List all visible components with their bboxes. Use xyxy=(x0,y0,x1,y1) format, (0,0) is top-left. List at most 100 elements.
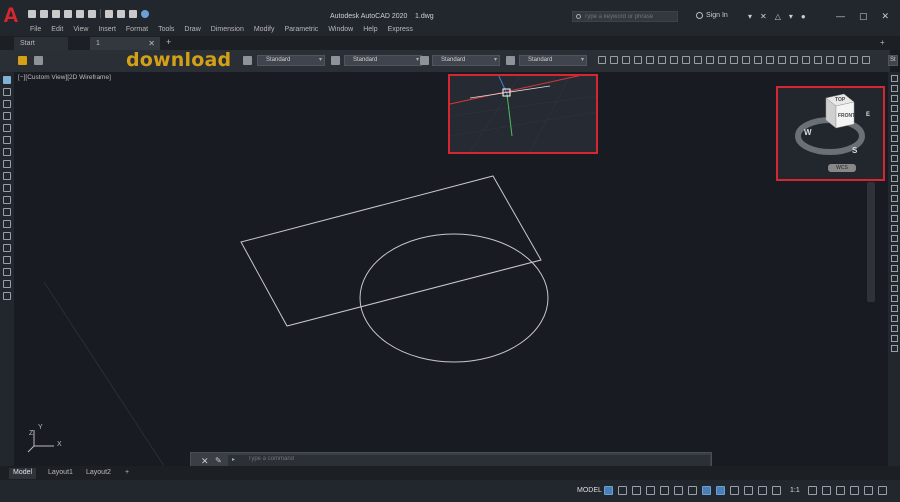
copy-icon[interactable] xyxy=(891,85,898,92)
arc-icon[interactable] xyxy=(3,136,11,144)
annotation-scale[interactable]: 1:1 xyxy=(790,487,800,494)
trim-icon[interactable] xyxy=(891,165,898,172)
save-as-icon[interactable] xyxy=(64,9,72,18)
redo-icon[interactable] xyxy=(129,9,137,18)
modify-tool-icon[interactable] xyxy=(891,325,898,332)
grid-toggle-icon[interactable] xyxy=(604,486,613,495)
tool-icon[interactable] xyxy=(706,56,714,64)
transparency-icon[interactable] xyxy=(744,486,753,495)
menu-window[interactable]: Window xyxy=(328,26,353,33)
mirror-icon[interactable] xyxy=(891,95,898,102)
dim-style-select[interactable]: Standard ▾ xyxy=(344,55,422,66)
customization-icon[interactable] xyxy=(878,486,887,495)
text-style-select[interactable]: Standard ▾ xyxy=(257,55,325,66)
quick-properties-icon[interactable] xyxy=(850,486,859,495)
undo-icon[interactable] xyxy=(117,9,125,18)
line-tool-icon[interactable] xyxy=(3,76,11,84)
menu-modify[interactable]: Modify xyxy=(254,26,275,33)
tool-icon[interactable] xyxy=(862,56,870,64)
search-input[interactable] xyxy=(584,13,674,20)
model-space-button[interactable]: MODEL xyxy=(577,487,602,494)
lineweight-icon[interactable] xyxy=(730,486,739,495)
units-icon[interactable] xyxy=(836,486,845,495)
modify-tool-icon[interactable] xyxy=(891,315,898,322)
insert-block-icon[interactable] xyxy=(3,208,11,216)
menu-express[interactable]: Express xyxy=(388,26,413,33)
search-box[interactable] xyxy=(572,11,678,22)
circle-icon[interactable] xyxy=(3,148,11,156)
ortho-mode-icon[interactable] xyxy=(660,486,669,495)
dynamic-input-icon[interactable] xyxy=(646,486,655,495)
layer-icon[interactable] xyxy=(18,56,27,65)
gradient-icon[interactable] xyxy=(3,256,11,264)
ellipse-arc-icon[interactable] xyxy=(3,196,11,204)
polar-tracking-icon[interactable] xyxy=(674,486,683,495)
multileader-style-select[interactable]: Standard ▾ xyxy=(519,55,587,66)
tool-icon[interactable] xyxy=(622,56,630,64)
object-snap-tracking-icon[interactable] xyxy=(702,486,711,495)
infer-constraints-icon[interactable] xyxy=(632,486,641,495)
exchange-icon[interactable]: ✕ xyxy=(760,12,767,21)
tool-icon[interactable] xyxy=(646,56,654,64)
right-style-select[interactable]: St xyxy=(888,55,898,66)
tool-icon[interactable] xyxy=(634,56,642,64)
web-open-icon[interactable] xyxy=(76,9,84,18)
new-file-icon[interactable] xyxy=(28,9,36,18)
object-snap-icon[interactable] xyxy=(716,486,725,495)
tool-icon[interactable] xyxy=(814,56,822,64)
drawing-viewport[interactable]: [−][Custom View][2D Wireframe] TOP FRONT… xyxy=(14,71,888,466)
tool-icon[interactable] xyxy=(598,56,606,64)
tool-icon[interactable] xyxy=(826,56,834,64)
save-icon[interactable] xyxy=(52,9,60,18)
cube-top-label[interactable]: TOP xyxy=(835,97,845,103)
move-icon[interactable] xyxy=(891,125,898,132)
compass-west[interactable]: W xyxy=(804,128,812,137)
tab-layout1[interactable]: Layout1 xyxy=(44,468,77,479)
ellipse-icon[interactable] xyxy=(3,184,11,192)
modify-tool-icon[interactable] xyxy=(891,275,898,282)
maximize-icon[interactable]: ▢ xyxy=(859,11,868,22)
offset-icon[interactable] xyxy=(891,105,898,112)
modify-tool-icon[interactable] xyxy=(891,345,898,352)
snap-mode-icon[interactable] xyxy=(618,486,627,495)
menu-insert[interactable]: Insert xyxy=(98,26,116,33)
revision-cloud-icon[interactable] xyxy=(3,160,11,168)
rectangle-icon[interactable] xyxy=(3,124,11,132)
tool-icon[interactable] xyxy=(754,56,762,64)
join-icon[interactable] xyxy=(891,195,898,202)
tool-icon[interactable] xyxy=(838,56,846,64)
modify-tool-icon[interactable] xyxy=(891,235,898,242)
table-style-icon[interactable] xyxy=(420,56,429,65)
command-input[interactable] xyxy=(248,456,648,462)
modify-tool-icon[interactable] xyxy=(891,305,898,312)
tab-layout2[interactable]: Layout2 xyxy=(82,468,115,479)
layer-state-icon[interactable] xyxy=(34,56,43,65)
cart-icon[interactable]: ▾ xyxy=(748,12,752,21)
multileader-style-icon[interactable] xyxy=(506,56,515,65)
modify-tool-icon[interactable] xyxy=(891,295,898,302)
add-layout-button[interactable]: + xyxy=(121,468,133,479)
tab-close-icon[interactable]: ✕ xyxy=(148,39,155,48)
navigation-bar[interactable] xyxy=(867,182,875,302)
clean-screen-icon[interactable] xyxy=(864,486,873,495)
tool-icon[interactable] xyxy=(682,56,690,64)
selection-cycling-icon[interactable] xyxy=(758,486,767,495)
mtext-icon[interactable] xyxy=(3,292,11,300)
erase-icon[interactable] xyxy=(891,75,898,82)
tool-icon[interactable] xyxy=(658,56,666,64)
point-icon[interactable] xyxy=(3,232,11,240)
tool-icon[interactable] xyxy=(694,56,702,64)
hatch-icon[interactable] xyxy=(3,244,11,252)
stretch-icon[interactable] xyxy=(891,155,898,162)
wrench-icon[interactable]: ✎ xyxy=(215,456,222,465)
tab-model[interactable]: Model xyxy=(9,468,37,479)
compass-east[interactable]: E xyxy=(866,112,870,118)
annotation-visibility-icon[interactable] xyxy=(772,486,781,495)
tool-icon[interactable] xyxy=(610,56,618,64)
menu-format[interactable]: Format xyxy=(126,26,148,33)
explode-icon[interactable] xyxy=(891,225,898,232)
minimize-icon[interactable]: — xyxy=(836,11,845,22)
workspace-switch-icon[interactable] xyxy=(808,486,817,495)
text-style-icon[interactable] xyxy=(243,56,252,65)
scale-icon[interactable] xyxy=(891,145,898,152)
